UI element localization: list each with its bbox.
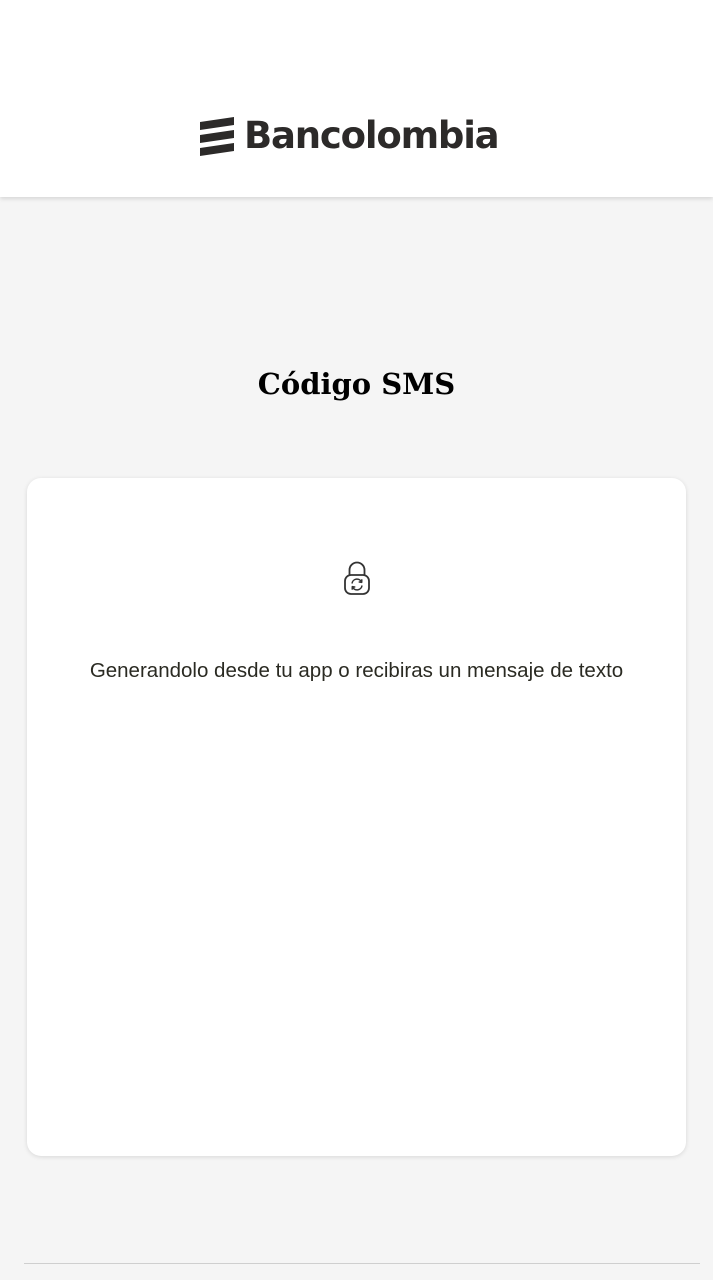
instruction-message: Generandolo desde tu app o recibiras un … [89, 658, 624, 682]
lock-refresh-icon [344, 561, 370, 595]
header: Bancolombia [0, 0, 713, 197]
bancolombia-logo: Bancolombia [196, 114, 500, 158]
logo-text: Bancolombia [244, 114, 500, 157]
page-title: Código SMS [257, 367, 456, 401]
sms-code-card: Generandolo desde tu app o recibiras un … [27, 478, 686, 1156]
bancolombia-logo-icon [200, 117, 234, 156]
footer-divider [24, 1263, 700, 1264]
